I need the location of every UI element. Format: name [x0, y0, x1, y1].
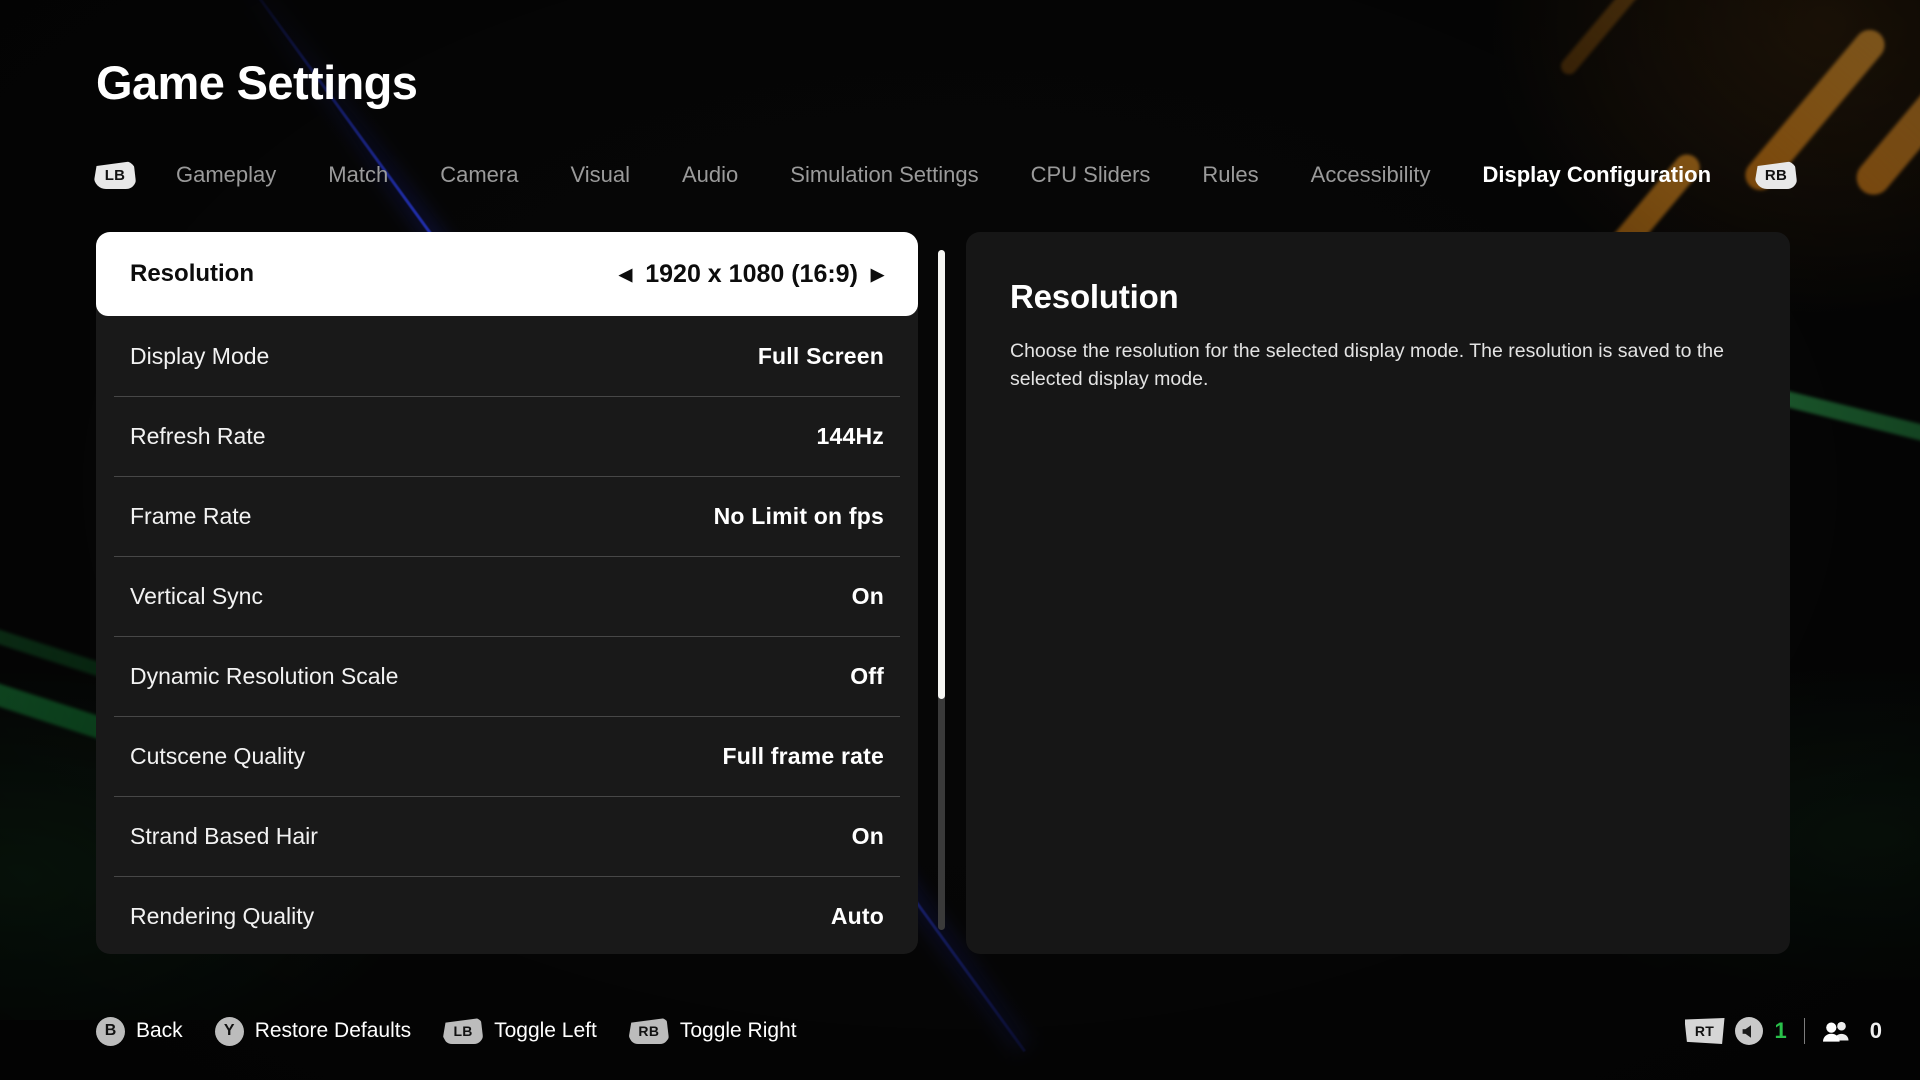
setting-label: Refresh Rate — [130, 422, 266, 449]
status-indicators: RT 1 0 — [1684, 1014, 1882, 1048]
status-divider — [1803, 1018, 1805, 1044]
setting-row-vertical-sync[interactable]: Vertical Sync On — [96, 556, 918, 636]
tab-camera[interactable]: Camera — [414, 158, 544, 192]
audio-speaker-icon[interactable] — [1734, 1017, 1763, 1045]
setting-row-refresh-rate[interactable]: Refresh Rate 144Hz — [96, 396, 918, 476]
hint-label: Toggle Left — [494, 1019, 597, 1042]
description-body: Choose the resolution for the selected d… — [1010, 340, 1724, 390]
settings-list: Resolution ◀ 1920 x 1080 (16:9) ▶ Displa… — [96, 232, 918, 954]
tab-gameplay[interactable]: Gameplay — [150, 158, 302, 192]
hint-label: Restore Defaults — [254, 1019, 412, 1042]
setting-row-strand-based-hair[interactable]: Strand Based Hair On — [96, 796, 918, 876]
setting-row-cutscene-quality[interactable]: Cutscene Quality Full frame rate — [96, 716, 918, 796]
setting-row-resolution[interactable]: Resolution ◀ 1920 x 1080 (16:9) ▶ — [96, 232, 918, 316]
chevron-left-icon[interactable]: ◀ — [619, 266, 632, 283]
setting-row-dynamic-resolution-scale[interactable]: Dynamic Resolution Scale Off — [96, 636, 918, 716]
footer-hint-bar: B Back Y Restore Defaults LB Toggle Left… — [96, 1014, 797, 1048]
audio-count: 1 — [1774, 1018, 1787, 1043]
description-title: Resolution — [1010, 278, 1179, 315]
setting-value: Full Screen — [757, 342, 884, 369]
setting-value: No Limit on fps — [713, 502, 884, 529]
rb-bumper-icon[interactable]: RB — [1755, 161, 1798, 189]
hint-restore-defaults[interactable]: Y Restore Defaults — [214, 1016, 412, 1046]
setting-value: 144Hz — [816, 422, 884, 449]
tab-match[interactable]: Match — [302, 158, 414, 192]
rt-trigger-icon: RT — [1684, 1018, 1725, 1044]
setting-value: Full frame rate — [722, 742, 884, 769]
setting-value: On — [851, 582, 884, 609]
tab-bar: LB Gameplay Match Camera Visual Audio Si… — [94, 158, 1798, 192]
tab-simulation-settings[interactable]: Simulation Settings — [764, 158, 1004, 192]
setting-row-rendering-quality[interactable]: Rendering Quality Auto — [96, 876, 918, 954]
setting-row-display-mode[interactable]: Display Mode Full Screen — [96, 316, 918, 396]
setting-value: Off — [850, 662, 884, 689]
y-button-icon: Y — [214, 1016, 244, 1046]
scrollbar-track[interactable] — [938, 250, 945, 930]
setting-label: Dynamic Resolution Scale — [130, 662, 399, 689]
scrollbar-thumb[interactable] — [938, 250, 945, 699]
setting-label: Strand Based Hair — [130, 822, 318, 849]
setting-label: Rendering Quality — [130, 902, 315, 929]
hint-label: Toggle Right — [679, 1019, 797, 1042]
rb-button-icon: RB — [628, 1018, 669, 1044]
party-people-icon — [1822, 1018, 1854, 1044]
tab-rules[interactable]: Rules — [1176, 158, 1284, 192]
setting-value: On — [851, 822, 884, 849]
setting-label: Resolution — [130, 260, 254, 287]
tab-cpu-sliders[interactable]: CPU Sliders — [1005, 158, 1177, 192]
description-panel: Resolution Choose the resolution for the… — [966, 232, 1790, 954]
chevron-right-icon[interactable]: ▶ — [871, 266, 884, 283]
hint-label: Back — [136, 1019, 183, 1042]
setting-label: Vertical Sync — [130, 582, 263, 609]
setting-value: Auto — [830, 902, 884, 929]
b-button-icon: B — [96, 1016, 125, 1046]
setting-label: Cutscene Quality — [130, 742, 306, 769]
hint-toggle-left[interactable]: LB Toggle Left — [443, 1018, 597, 1044]
party-count: 0 — [1869, 1018, 1882, 1043]
setting-label: Frame Rate — [130, 502, 252, 529]
tab-audio[interactable]: Audio — [656, 158, 764, 192]
tab-display-configuration[interactable]: Display Configuration — [1456, 158, 1737, 192]
hint-toggle-right[interactable]: RB Toggle Right — [628, 1018, 797, 1044]
tab-accessibility[interactable]: Accessibility — [1285, 158, 1457, 192]
setting-value-stepper[interactable]: ◀ 1920 x 1080 (16:9) ▶ — [619, 260, 884, 289]
setting-label: Display Mode — [130, 342, 270, 369]
lb-button-icon: LB — [443, 1018, 484, 1044]
tab-visual[interactable]: Visual — [544, 158, 656, 192]
setting-value: 1920 x 1080 (16:9) — [645, 259, 858, 288]
lb-bumper-icon[interactable]: LB — [94, 161, 136, 189]
hint-back[interactable]: B Back — [96, 1016, 183, 1046]
page-title: Game Settings — [96, 56, 418, 109]
setting-row-frame-rate[interactable]: Frame Rate No Limit on fps — [96, 476, 918, 556]
